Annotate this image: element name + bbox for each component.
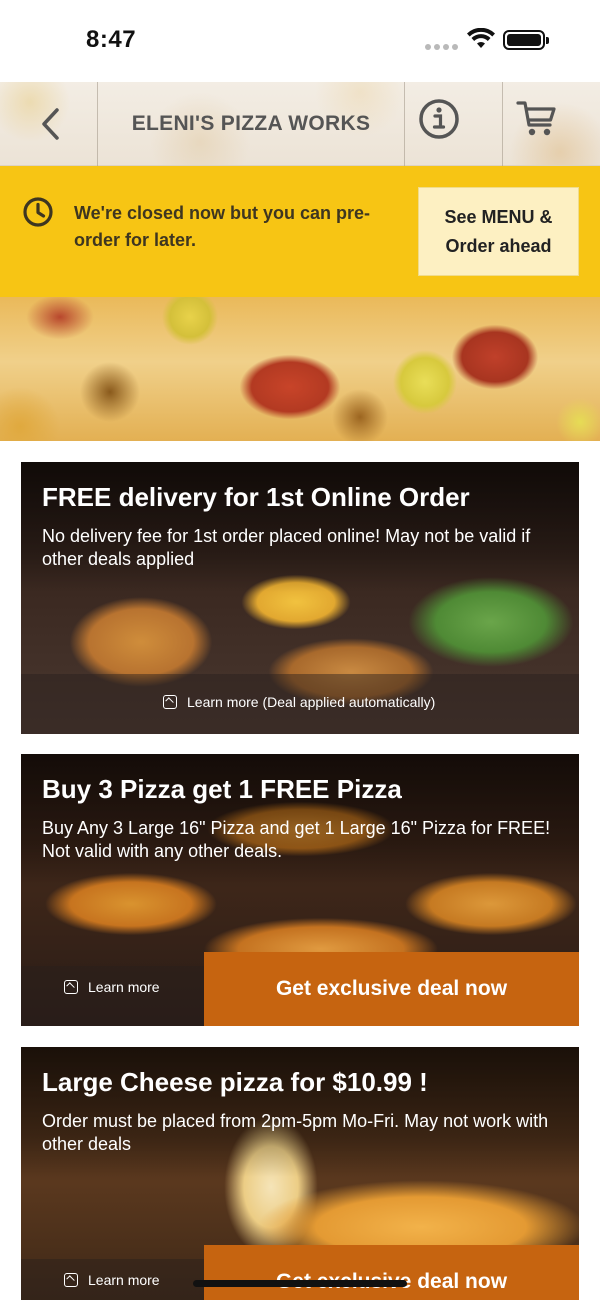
deal-card-buy-3-get-1[interactable]: Buy 3 Pizza get 1 FREE Pizza Buy Any 3 L… <box>21 754 579 1026</box>
deal-card-large-cheese[interactable]: Large Cheese pizza for $10.99 ! Order mu… <box>21 1047 579 1300</box>
info-button[interactable] <box>418 98 460 140</box>
home-indicator[interactable] <box>193 1280 407 1287</box>
see-menu-button[interactable]: See MENU & Order ahead <box>418 187 579 276</box>
deal-description: Buy Any 3 Large 16" Pizza and get 1 Larg… <box>42 818 551 861</box>
expand-up-icon <box>64 1273 78 1287</box>
cellular-signal-icon <box>425 44 458 50</box>
header-divider <box>502 82 503 166</box>
learn-more-label: Learn more <box>88 1272 160 1288</box>
wifi-icon <box>467 28 495 48</box>
cart-button[interactable] <box>515 98 559 140</box>
info-icon <box>419 99 459 139</box>
deal-title: FREE delivery for 1st Online Order <box>42 482 470 512</box>
deal-description: Order must be placed from 2pm-5pm Mo-Fri… <box>42 1111 549 1154</box>
header-divider <box>404 82 405 166</box>
expand-up-icon <box>64 980 78 994</box>
closed-message: We're closed now but you can pre-order f… <box>74 203 370 250</box>
learn-more-link[interactable]: Learn more <box>64 979 160 995</box>
header-bar: ELENI'S PIZZA WORKS <box>0 82 600 166</box>
learn-more-label: Learn more <box>88 979 160 995</box>
learn-more-link[interactable]: Learn more (Deal applied automatically) <box>163 694 435 710</box>
get-deal-button[interactable]: Get exclusive deal now <box>204 952 579 1026</box>
get-deal-button[interactable]: Get exclusive deal now <box>204 1245 579 1300</box>
see-menu-button-label: See MENU & Order ahead <box>444 206 553 256</box>
learn-more-link[interactable]: Learn more <box>64 1272 160 1288</box>
back-button[interactable] <box>30 102 70 146</box>
deal-title: Large Cheese pizza for $10.99 ! <box>42 1067 428 1097</box>
status-time: 8:47 <box>86 26 137 53</box>
deal-title: Buy 3 Pizza get 1 FREE Pizza <box>42 774 402 804</box>
cart-icon <box>516 101 556 136</box>
clock-icon <box>23 197 53 227</box>
chevron-left-icon <box>42 108 59 140</box>
hero-pizza-image <box>0 297 600 441</box>
learn-more-label: Learn more (Deal applied automatically) <box>187 694 436 710</box>
deal-card-free-delivery[interactable]: FREE delivery for 1st Online Order No de… <box>21 462 579 734</box>
battery-icon <box>503 30 549 50</box>
deal-description: No delivery fee for 1st order placed onl… <box>42 526 531 569</box>
status-bar: 8:47 <box>0 0 600 82</box>
expand-up-icon <box>163 695 177 709</box>
page-title: ELENI'S PIZZA WORKS <box>131 112 371 135</box>
